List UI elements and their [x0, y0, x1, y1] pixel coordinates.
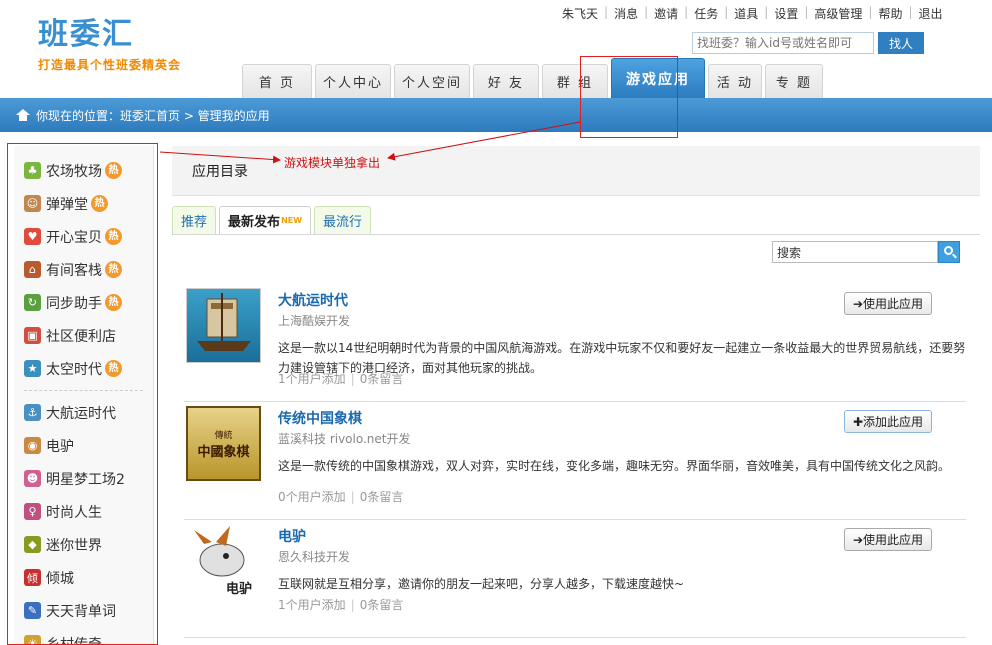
- use-app-button[interactable]: ➔使用此应用: [844, 528, 932, 551]
- main-nav-tab[interactable]: 活 动: [708, 64, 762, 98]
- catalog-tabs: 推荐 最新发布 NEW 最流行: [172, 206, 374, 234]
- logo-slogan: 打造最具个性班委精英会: [38, 58, 182, 72]
- annotation-box-sidebar: [7, 143, 158, 645]
- comments-count[interactable]: 0条留言: [360, 598, 404, 612]
- catalog-tab[interactable]: 推荐: [172, 206, 217, 234]
- catalog-tab[interactable]: 最新发布 NEW: [219, 206, 312, 234]
- breadcrumb-bar: 你现在的位置：班委汇首页 > 管理我的应用: [0, 98, 992, 132]
- app-name-link[interactable]: 电驴: [278, 526, 306, 546]
- catalog-tab-label: 最新发布: [228, 215, 281, 230]
- thumb-caption-small: 傳統: [214, 430, 233, 441]
- thumb-caption-large: 中國象棋: [197, 444, 250, 460]
- add-app-button[interactable]: ✚添加此应用: [844, 410, 932, 433]
- top-nav-item[interactable]: 消息: [608, 5, 644, 22]
- app-thumbnail[interactable]: 电驴: [186, 524, 261, 599]
- app-stats: 1个用户添加 | 0条留言: [278, 372, 404, 386]
- app-row: 大航运时代 上海酷娱开发 这是一款以14世纪明朝时代为背景的中国风航海游戏。在游戏中…: [184, 286, 966, 402]
- main-content: 应用目录 推荐最新发布NEW最流行 大航运时代上海酷娱开发这是一款以14世纪明朝…: [172, 146, 980, 645]
- ship-icon: [197, 293, 251, 351]
- app-name-link[interactable]: 大航运时代: [278, 290, 348, 310]
- app-developer: 上海酷娱开发: [278, 314, 351, 328]
- find-member-button[interactable]: 找人: [878, 32, 924, 54]
- app-thumbnail[interactable]: [186, 288, 261, 363]
- top-nav-item[interactable]: 退出: [913, 5, 949, 22]
- tabs-divider: [172, 234, 980, 235]
- main-nav-tab[interactable]: 好 友: [473, 64, 539, 98]
- main-nav-tab[interactable]: 专 题: [765, 64, 823, 98]
- app-description: 互联网就是互相分享，邀请你的朋友一起来吧，分享人越多，下载速度越快~: [278, 577, 685, 591]
- catalog-tab-label: 最流行: [323, 215, 363, 230]
- annotation-text: 游戏模块单独拿出: [284, 156, 381, 170]
- top-nav-item[interactable]: 道具: [728, 5, 764, 22]
- header: 班委汇 打造最具个性班委精英会 朱飞天 | 消息 | 邀请 | 任务 | 道具 | 设置 | 高级管理 |…: [0, 0, 992, 98]
- home-icon[interactable]: [16, 109, 30, 121]
- catalog-tab-label: 推荐: [181, 215, 208, 230]
- main-nav-tab[interactable]: 个人中心: [315, 64, 391, 98]
- top-nav-item[interactable]: 朱飞天: [556, 5, 604, 22]
- site-logo[interactable]: 班委汇 打造最具个性班委精英会: [38, 18, 181, 73]
- new-badge: NEW: [281, 216, 303, 225]
- app-developer: 蓝溪科技 rivolo.net开发: [278, 432, 411, 446]
- app-description: 这是一款传统的中国象棋游戏，双人对弈，实时在线，变化多端，趣味无穷。界面华丽，音…: [278, 459, 951, 473]
- logo-title: 班委汇: [38, 17, 134, 52]
- app-name-link[interactable]: 传统中国象棋: [278, 408, 362, 428]
- top-nav-item[interactable]: 设置: [768, 5, 804, 22]
- top-nav-item[interactable]: 任务: [688, 5, 724, 22]
- comments-count[interactable]: 0条留言: [360, 490, 404, 504]
- app-row: 电驴 电驴 恩久科技开发 互联网就是互相分享，邀请你的朋友一起来吧，分享人越多，下载速…: [184, 522, 966, 638]
- app-thumbnail[interactable]: 傳統 中國象棋: [186, 406, 261, 481]
- app-catalog-heading: 应用目录: [192, 163, 248, 180]
- use-app-button[interactable]: ➔使用此应用: [844, 292, 932, 315]
- app-search-input[interactable]: [772, 241, 938, 263]
- top-nav-item[interactable]: 邀请: [648, 5, 684, 22]
- breadcrumb[interactable]: 你现在的位置：班委汇首页 > 管理我的应用: [36, 107, 270, 124]
- find-member-input[interactable]: [692, 32, 874, 54]
- comments-count[interactable]: 0条留言: [360, 372, 404, 386]
- users-count[interactable]: 1个用户添加: [278, 598, 346, 612]
- thumb-caption: 电驴: [226, 582, 253, 597]
- main-nav-tab[interactable]: 首 页: [242, 64, 312, 98]
- app-developer: 恩久科技开发: [278, 550, 351, 564]
- users-count[interactable]: 0个用户添加: [278, 490, 346, 504]
- main-nav: 首 页个人中心 个人空间好 友群 组游戏应用活 动专 题: [242, 58, 826, 98]
- app-stats: 1个用户添加 | 0条留言: [278, 598, 404, 612]
- app-stats: 0个用户添加 | 0条留言: [278, 490, 404, 504]
- search-button[interactable]: [938, 241, 960, 263]
- catalog-tab[interactable]: 最流行: [314, 206, 372, 234]
- top-nav: 朱飞天 | 消息 | 邀请 | 任务 | 道具 | 设置 | 高级管理 | 帮助 | 退出: [556, 5, 949, 22]
- main-nav-tab[interactable]: 个人空间: [394, 64, 470, 98]
- top-nav-item[interactable]: 高级管理: [808, 5, 868, 22]
- app-row: 傳統 中國象棋 传统中国象棋 蓝溪科技 rivolo.net开发 这是一款传统的中国象棋…: [184, 404, 966, 520]
- top-nav-item[interactable]: 帮助: [872, 5, 908, 22]
- users-count[interactable]: 1个用户添加: [278, 372, 346, 386]
- annotation-box-games-tab: [580, 56, 678, 138]
